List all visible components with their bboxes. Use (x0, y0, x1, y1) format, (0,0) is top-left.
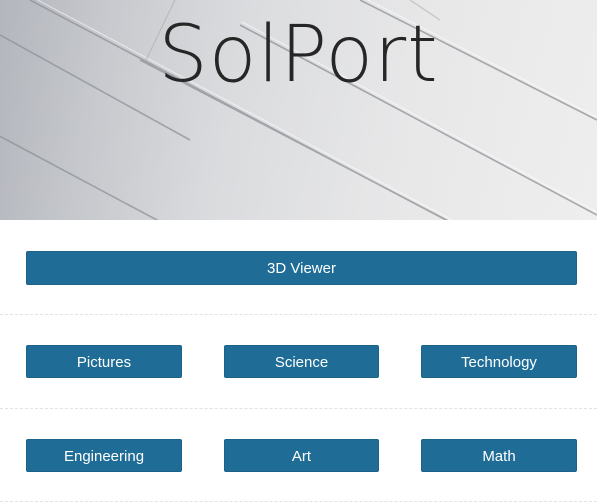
featured-section: 3D Viewer (0, 220, 597, 315)
3d-viewer-button[interactable]: 3D Viewer (26, 251, 577, 285)
math-button[interactable]: Math (421, 439, 577, 472)
technology-button[interactable]: Technology (421, 345, 577, 378)
section-divider (0, 501, 597, 502)
site-title: SolPort (158, 10, 439, 100)
category-row-2: Engineering Art Math (0, 409, 597, 502)
science-button[interactable]: Science (224, 345, 379, 378)
hero-banner: SolPort (0, 0, 597, 220)
engineering-button[interactable]: Engineering (26, 439, 182, 472)
art-button[interactable]: Art (224, 439, 379, 472)
pictures-button[interactable]: Pictures (26, 345, 182, 378)
category-row-1: Pictures Science Technology (0, 315, 597, 409)
